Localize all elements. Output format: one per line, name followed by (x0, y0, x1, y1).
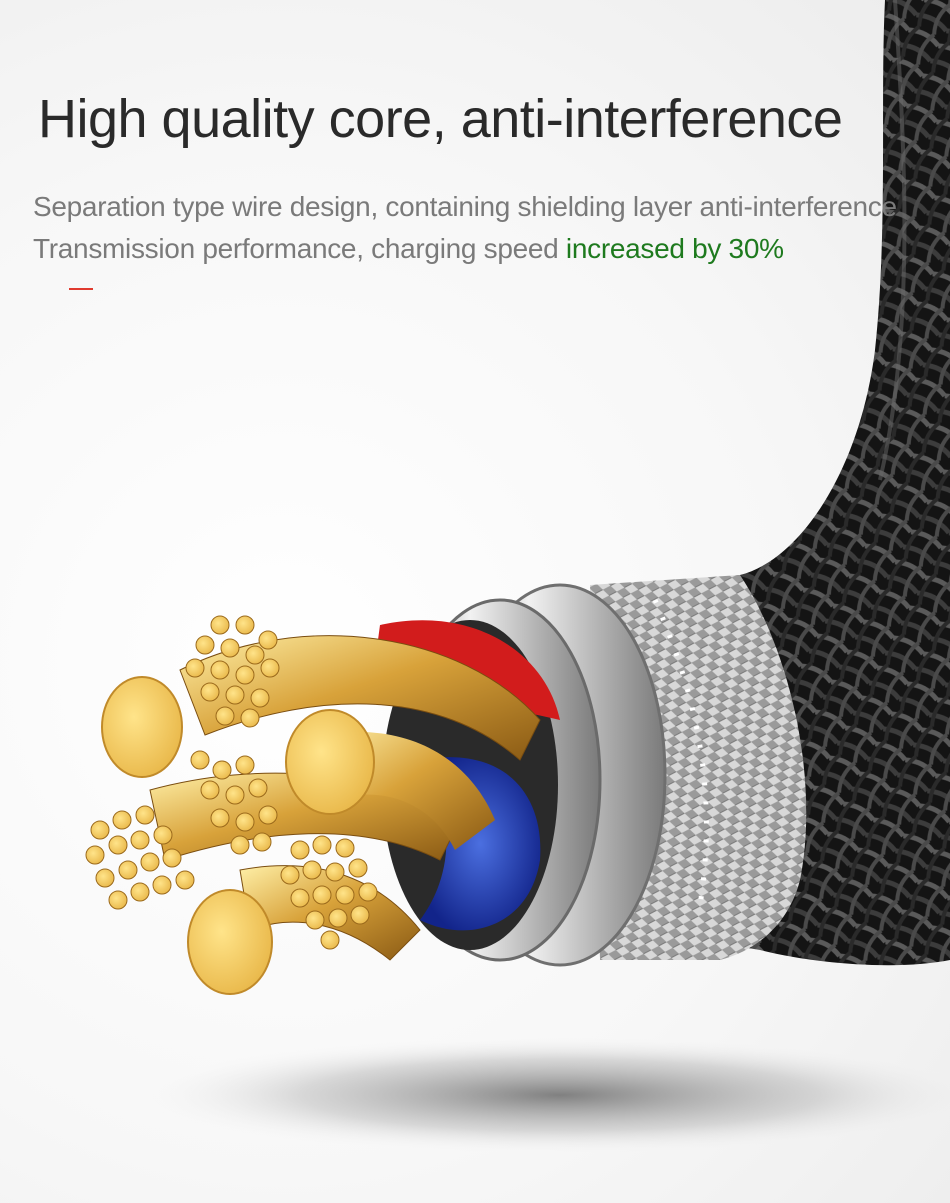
description-line-2-text: Transmission performance, charging speed (33, 233, 566, 264)
description-line-1: Separation type wire design, containing … (33, 191, 897, 222)
description-line-2: Transmission performance, charging speed… (33, 228, 897, 270)
cable-cross-section-illustration (85, 0, 950, 1155)
page-title: High quality core, anti-interference (38, 89, 843, 149)
conductor-face-left (101, 676, 183, 778)
conductor-face-center (285, 709, 375, 815)
floor-shadow (130, 1035, 950, 1155)
conductor-face-bottom (187, 889, 273, 995)
accent-dash (69, 288, 93, 290)
feature-description: Separation type wire design, containing … (33, 186, 897, 270)
speed-highlight: increased by 30% (565, 233, 784, 264)
